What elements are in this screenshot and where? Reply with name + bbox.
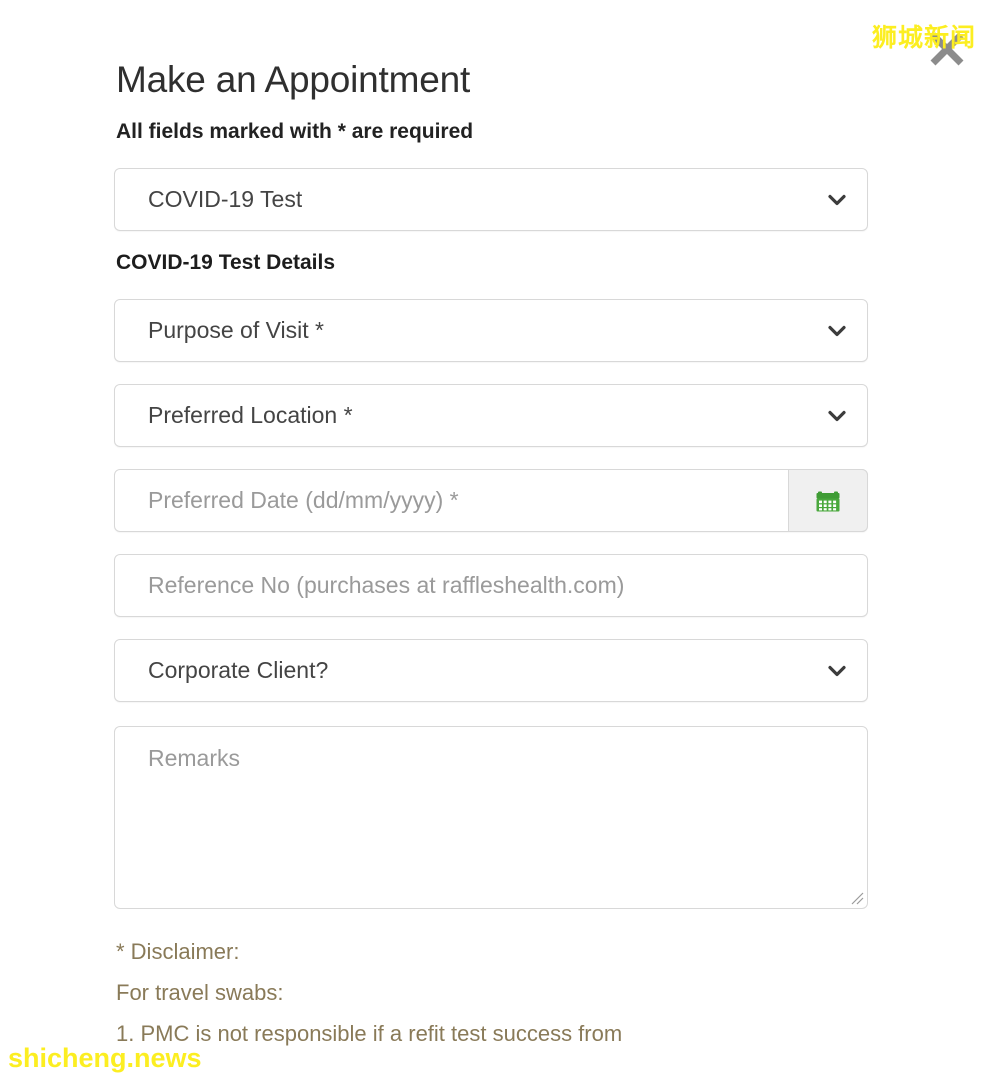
reference-no-input[interactable]: Reference No (purchases at raffleshealth… (114, 554, 868, 617)
service-type-value: COVID-19 Test (148, 186, 303, 212)
service-type-select[interactable]: COVID-19 Test (114, 168, 868, 231)
chevron-down-icon (825, 319, 849, 343)
remarks-placeholder: Remarks (148, 745, 241, 771)
calendar-icon (816, 491, 840, 511)
preferred-date-field[interactable]: Preferred Date (dd/mm/yyyy) * (114, 469, 868, 532)
appointment-form: Make an Appointment All fields marked wi… (114, 56, 868, 1054)
chevron-down-icon (825, 404, 849, 428)
corporate-client-value: Corporate Client? (148, 657, 329, 683)
close-icon (930, 32, 964, 66)
preferred-location-select[interactable]: Preferred Location * (114, 384, 868, 447)
calendar-picker-button[interactable] (788, 469, 868, 532)
disclaimer-line: * Disclaimer: (116, 939, 240, 964)
page-title: Make an Appointment (116, 59, 471, 100)
disclaimer-line: For travel swabs: (116, 980, 284, 1005)
chevron-down-icon (825, 659, 849, 683)
chevron-down-icon (825, 188, 849, 212)
close-button[interactable] (924, 26, 970, 72)
appointment-dialog: 狮城新闻 shicheng.news Make an Appointment A… (0, 0, 988, 1080)
reference-no-placeholder: Reference No (purchases at raffleshealth… (148, 572, 625, 598)
disclaimer-line: 1. PMC is not responsible if a refit tes… (116, 1021, 623, 1046)
disclaimer-text: * Disclaimer: For travel swabs: 1. PMC i… (116, 931, 868, 1054)
corporate-client-select[interactable]: Corporate Client? (114, 639, 868, 702)
preferred-date-placeholder: Preferred Date (dd/mm/yyyy) * (148, 487, 459, 513)
remarks-textarea[interactable]: Remarks (114, 726, 868, 909)
purpose-of-visit-value: Purpose of Visit * (148, 317, 325, 343)
purpose-of-visit-select[interactable]: Purpose of Visit * (114, 299, 868, 362)
preferred-location-value: Preferred Location * (148, 402, 353, 428)
required-fields-note: All fields marked with * are required (116, 120, 474, 143)
section-heading: COVID-19 Test Details (116, 251, 336, 274)
resize-handle-icon[interactable] (848, 889, 864, 905)
